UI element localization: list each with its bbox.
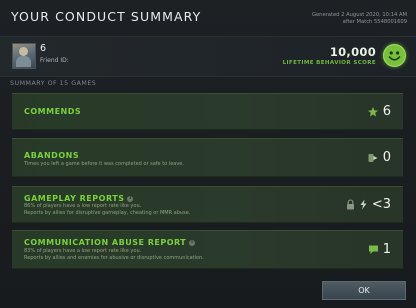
card-title: ABANDONS <box>24 151 79 160</box>
abandons-card: ABANDONS Times you left a game before it… <box>12 138 403 177</box>
conduct-summary-window: YOUR CONDUCT SUMMARY Generated 2 August … <box>0 0 416 308</box>
card-value: 1 <box>382 242 391 257</box>
generated-info: Generated 2 August 2020, 10:14 AM after … <box>312 12 407 26</box>
card-description: Times you left a game before it was comp… <box>24 161 184 168</box>
smiley-face-icon <box>383 44 406 67</box>
after-match: after Match 5548001609 <box>342 19 407 25</box>
info-icon[interactable]: i <box>127 195 134 202</box>
ok-button[interactable]: OK <box>322 281 406 300</box>
card-desc-line: Reports by allies and enemies for abusiv… <box>24 255 204 261</box>
card-value: <3 <box>371 197 391 212</box>
card-desc-line: 83% of players have a low report rate li… <box>24 248 142 254</box>
card-title-text: COMMUNICATION ABUSE REPORT <box>24 238 187 247</box>
commends-card: COMMENDS 6 <box>12 93 403 130</box>
friend-id-label: Friend ID: <box>40 57 69 64</box>
card-value-group: 0 <box>367 150 391 165</box>
report-flag-icon <box>360 199 367 210</box>
card-value: 6 <box>382 104 391 119</box>
summary-label: SUMMARY OF 15 GAMES <box>10 80 97 87</box>
info-icon[interactable]: i <box>189 239 196 246</box>
card-title-text: GAMEPLAY REPORTS <box>24 194 125 203</box>
generated-date: Generated 2 August 2020, 10:14 AM <box>311 12 407 18</box>
avatar <box>12 43 36 69</box>
card-desc-line: Reports by allies for disruptive gamepla… <box>24 210 191 216</box>
commend-star-icon <box>367 106 378 116</box>
card-description: 83% of players have a low report rate li… <box>24 248 204 262</box>
player-name: 6 <box>40 43 47 54</box>
window-title: YOUR CONDUCT SUMMARY <box>11 9 202 24</box>
avatar-body <box>16 56 31 67</box>
avatar-head <box>19 47 28 56</box>
card-value-group: 6 <box>367 104 391 119</box>
behavior-score-value: 10,000 <box>329 45 376 59</box>
abandon-icon <box>368 153 378 162</box>
card-desc-line: 86% of players have a low report rate li… <box>24 203 142 209</box>
profile-bar: 6 Friend ID: 10,000 LIFETIME BEHAVIOR SC… <box>0 36 416 77</box>
card-value-group: 1 <box>368 242 391 257</box>
card-title-text: ABANDONS <box>24 151 80 160</box>
behavior-score-label: LIFETIME BEHAVIOR SCORE <box>282 60 376 66</box>
gameplay-reports-card: GAMEPLAY REPORTS i 86% of players have a … <box>12 186 403 223</box>
card-value-group: <3 <box>346 197 391 212</box>
lock-icon <box>346 199 354 210</box>
communication-abuse-card: COMMUNICATION ABUSE REPORT i 83% of playe… <box>12 230 403 269</box>
card-title: GAMEPLAY REPORTS i <box>24 194 134 203</box>
card-title: COMMENDS <box>24 107 81 116</box>
card-title: COMMUNICATION ABUSE REPORT i <box>24 238 196 247</box>
card-value: 0 <box>382 150 391 165</box>
card-description: 86% of players have a low report rate li… <box>24 203 190 217</box>
card-desc-line: Times you left a game before it was comp… <box>24 161 184 167</box>
chat-bubble-icon <box>368 245 378 254</box>
card-title-text: COMMENDS <box>24 107 82 116</box>
